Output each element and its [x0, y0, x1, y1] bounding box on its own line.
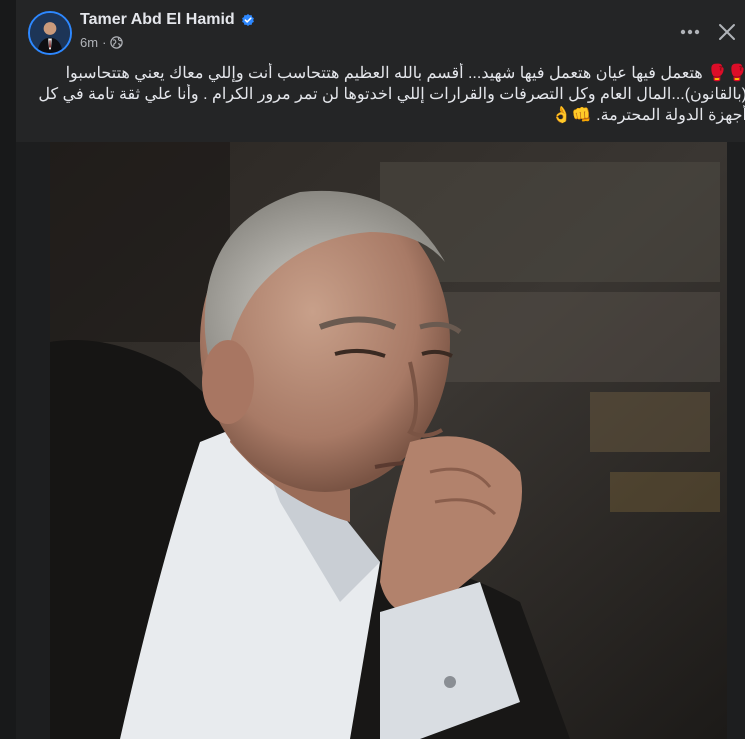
avatar[interactable] — [28, 11, 72, 55]
author-name-text[interactable]: Tamer Abd El Hamid — [80, 11, 235, 29]
photo-margin-right — [727, 142, 745, 739]
more-options-button[interactable] — [672, 16, 708, 48]
post-timestamp[interactable]: 6m — [80, 35, 98, 50]
close-button[interactable] — [711, 16, 743, 48]
post-photo[interactable] — [50, 142, 727, 739]
post-header: Tamer Abd El Hamid 6m · — [16, 0, 745, 60]
post-meta: 6m · — [80, 35, 124, 50]
post-text-line: أجهزة الدولة المحترمة. 👊👌 — [551, 107, 745, 124]
verified-badge-icon — [241, 13, 255, 27]
close-icon — [719, 24, 735, 40]
viewer-backdrop: Tamer Abd El Hamid 6m · 🥊🥊 هتعمل فيها عي… — [0, 0, 745, 739]
post-text: 🥊🥊 هتعمل فيها عيان هتعمل فيها شهيد... أق… — [34, 63, 745, 126]
globe-icon[interactable] — [110, 36, 124, 49]
photo-margin-left — [16, 142, 50, 739]
post-text-line: 🥊🥊 هتعمل فيها عيان هتعمل فيها شهيد... أق… — [65, 65, 745, 82]
post-text-line: (بالقانون)...المال العام وكل التصرفات وا… — [38, 86, 745, 103]
post-photo-image — [50, 142, 727, 739]
avatar-image — [30, 13, 70, 53]
post-card: Tamer Abd El Hamid 6m · 🥊🥊 هتعمل فيها عي… — [16, 0, 745, 739]
author-name[interactable]: Tamer Abd El Hamid — [80, 11, 255, 29]
more-options-icon — [680, 29, 700, 35]
meta-separator: · — [102, 35, 107, 50]
